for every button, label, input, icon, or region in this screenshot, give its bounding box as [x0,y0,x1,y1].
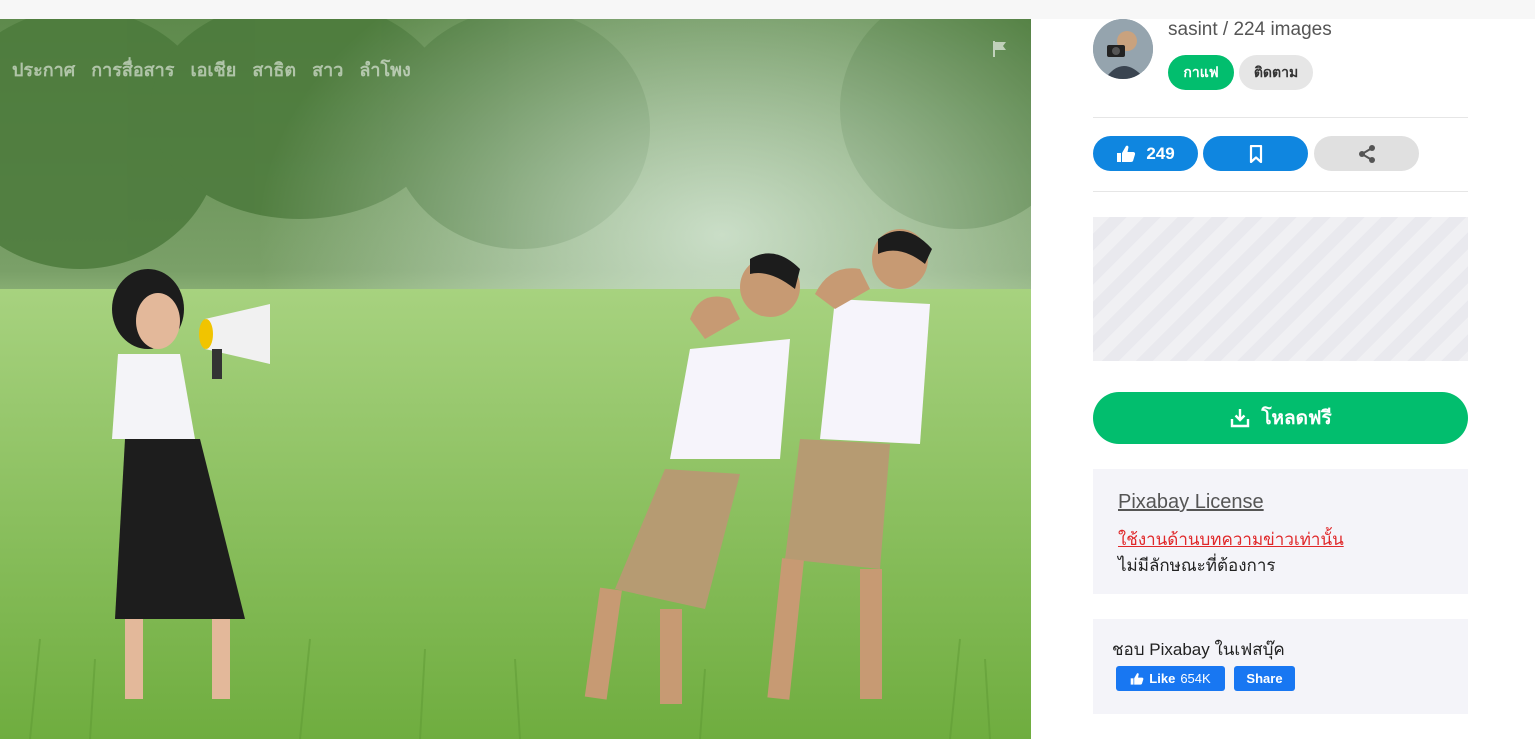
photo-illustration [0,19,1031,739]
follow-button[interactable]: ติดตาม [1239,55,1313,90]
share-icon [1358,144,1375,163]
tag-link[interactable]: ลำโพง [359,55,410,84]
license-link[interactable]: ใช้งานด้านบทความข่าวเท่านั้น [1118,526,1344,553]
download-label: โหลดฟรี [1261,408,1332,429]
bookmark-button[interactable] [1203,136,1308,171]
divider [1093,117,1468,118]
like-button[interactable]: 249 [1093,136,1198,171]
download-button[interactable]: โหลดฟรี [1093,392,1468,444]
download-icon [1231,409,1250,428]
tag-link[interactable]: การสื่อสาร [91,55,174,84]
facebook-like-button[interactable]: Like 654K [1116,666,1225,691]
facebook-share-button[interactable]: Share [1234,666,1295,691]
tag-link[interactable]: สาธิต [252,55,296,84]
tag-link[interactable]: ประกาศ [12,55,75,84]
coffee-button[interactable]: กาแฟ [1168,55,1234,90]
photo-tags: ประกาศ การสื่อสาร เอเชีย สาธิต สาว ลำโพง [12,55,411,84]
like-count: 249 [1146,143,1175,163]
facebook-like-count: 654K [1180,671,1211,686]
license-note: ไม่มีลักษณะที่ต้องการ [1118,556,1276,575]
thumbs-up-icon [1130,672,1144,685]
facebook-like-label: Like [1149,671,1176,686]
license-box: Pixabay License ใช้งานด้านบทความข่าวเท่า… [1093,469,1468,594]
tag-link[interactable]: เอเชีย [190,55,236,84]
license-title[interactable]: Pixabay License [1118,491,1264,514]
author-name[interactable]: sasint / 224 images [1168,19,1332,41]
ad-placeholder [1093,217,1468,361]
share-button[interactable] [1314,136,1419,171]
flag-icon[interactable] [990,39,1010,59]
main-photo[interactable]: ประกาศ การสื่อสาร เอเชีย สาธิต สาว ลำโพง [0,19,1031,739]
facebook-box: ชอบ Pixabay ในเฟสบุ๊ค Like 654K Share [1093,619,1468,714]
author-avatar[interactable] [1093,19,1153,79]
facebook-text: ชอบ Pixabay ในเฟสบุ๊ค [1112,640,1285,659]
bookmark-icon [1249,144,1262,163]
sidebar: sasint / 224 images กาแฟ ติดตาม 249 โหลด… [1093,19,1468,739]
thumbs-up-icon [1117,145,1136,162]
avatar-photo [1093,19,1153,79]
divider [1093,191,1468,192]
tag-link[interactable]: สาว [312,55,343,84]
top-bar [0,0,1535,19]
